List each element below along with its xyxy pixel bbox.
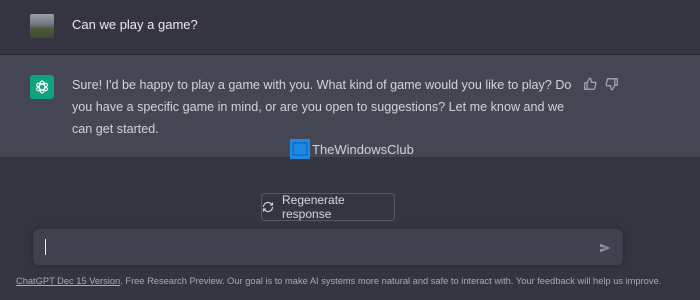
watermark: TheWindowsClub	[290, 138, 414, 160]
refresh-icon	[262, 201, 274, 213]
text-caret	[45, 239, 46, 255]
disclaimer-text: . Free Research Preview. Our goal is to …	[120, 276, 662, 286]
regenerate-response-button[interactable]: Regenerate response	[261, 193, 395, 221]
version-link[interactable]: ChatGPT Dec 15 Version	[16, 276, 120, 286]
message-input[interactable]	[33, 229, 623, 265]
feedback-buttons	[583, 77, 619, 91]
user-message-text: Can we play a game?	[72, 17, 198, 32]
regenerate-label: Regenerate response	[282, 193, 345, 221]
send-icon[interactable]	[599, 241, 611, 253]
user-avatar	[30, 14, 54, 38]
user-message-row: Can we play a game?	[0, 0, 700, 55]
thumbs-up-icon[interactable]	[583, 77, 597, 91]
thumbs-down-icon[interactable]	[605, 77, 619, 91]
openai-logo-icon	[30, 75, 54, 99]
windows-logo-icon	[290, 139, 310, 159]
footer-disclaimer: ChatGPT Dec 15 Version. Free Research Pr…	[16, 276, 661, 286]
watermark-text: TheWindowsClub	[312, 141, 414, 157]
assistant-message-text: Sure! I'd be happy to play a game with y…	[72, 78, 572, 136]
